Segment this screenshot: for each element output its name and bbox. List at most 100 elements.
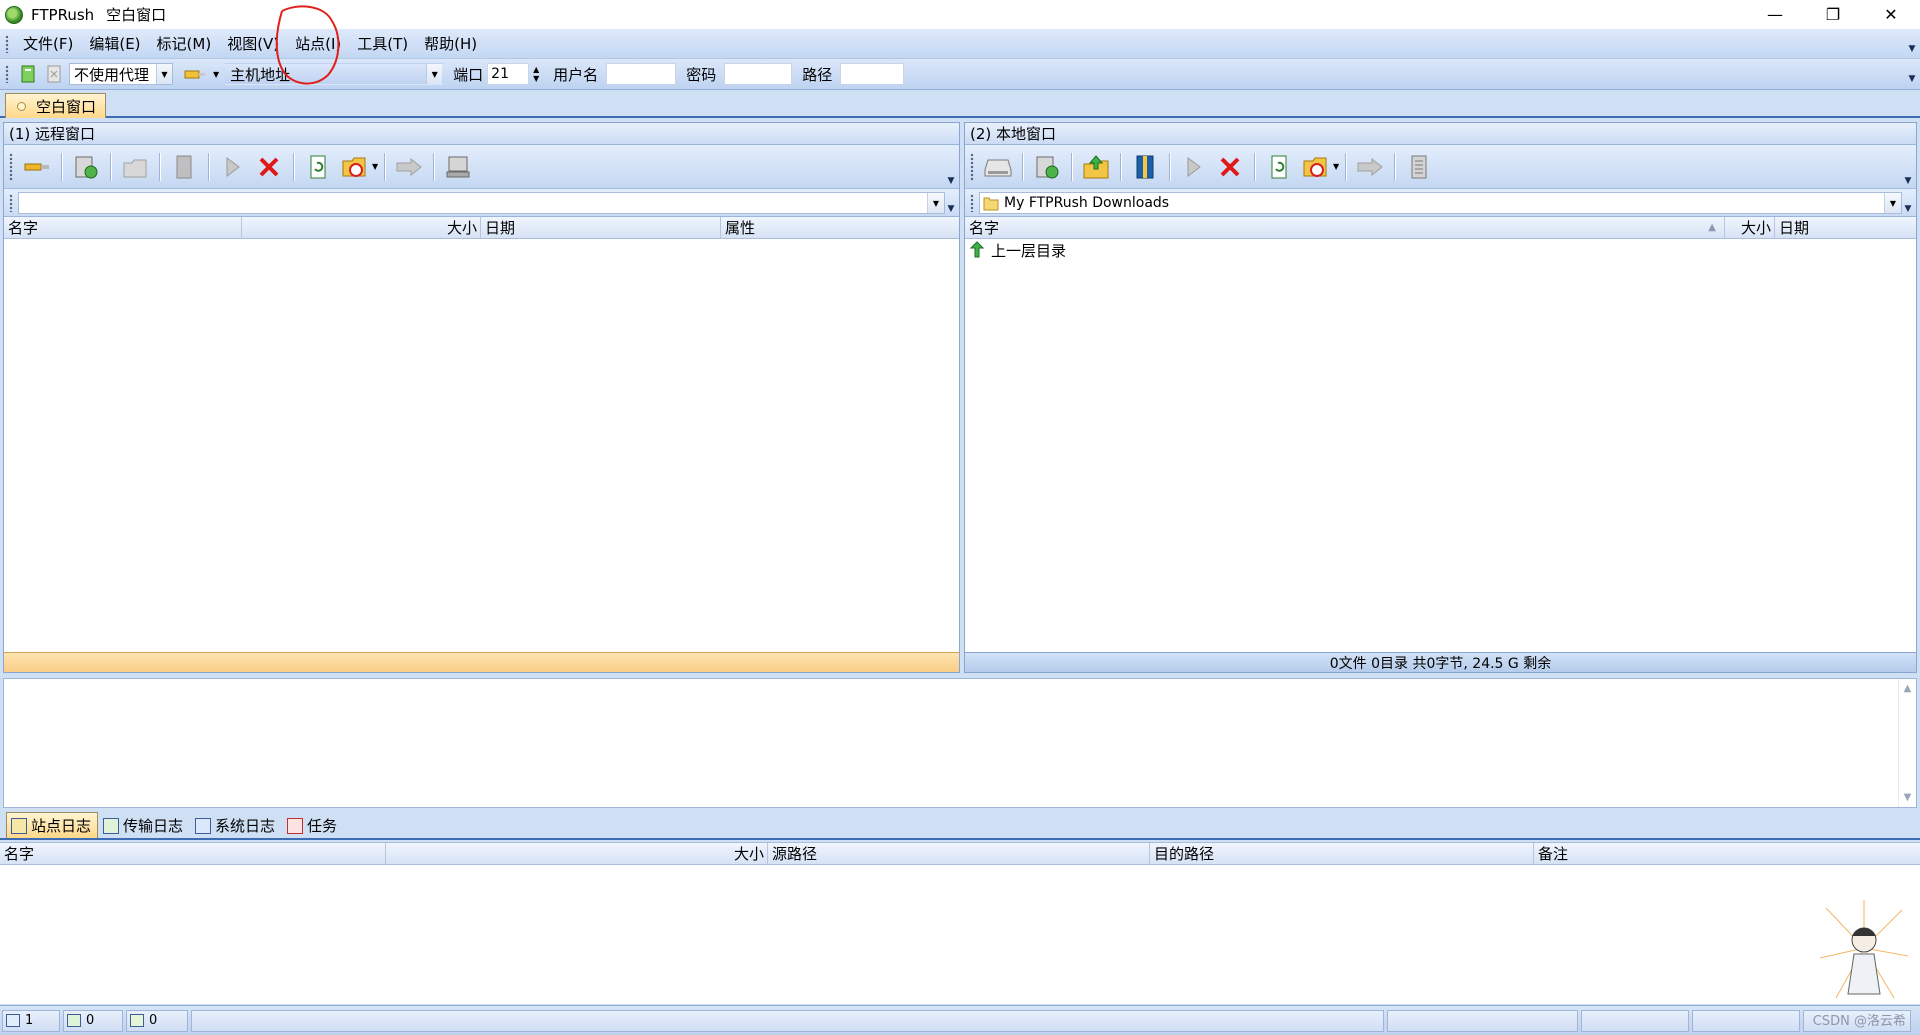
local-file-list[interactable]: 上一层目录 <box>965 239 1916 651</box>
column-header-size[interactable]: 大小 <box>242 217 481 238</box>
toolbar-grip[interactable] <box>970 152 974 181</box>
password-label: 密码 <box>686 65 717 84</box>
column-header-size[interactable]: 大小 <box>386 843 768 864</box>
transfer-icon[interactable] <box>391 149 427 185</box>
app-name: FTPRush <box>31 5 95 24</box>
column-header-source-path[interactable]: 源路径 <box>768 843 1150 864</box>
filter-icon[interactable] <box>336 149 372 185</box>
list-item-label: 上一层目录 <box>991 241 1067 260</box>
new-connection-icon[interactable] <box>19 64 37 84</box>
chevron-down-icon[interactable]: ▼ <box>1884 193 1901 213</box>
list-item[interactable]: 上一层目录 <box>965 239 1916 261</box>
column-header-notes[interactable]: 备注 <box>1534 843 1920 864</box>
separator <box>1345 152 1347 181</box>
separator <box>1120 152 1121 181</box>
menu-help[interactable]: 帮助(H) <box>416 33 485 54</box>
stop-icon[interactable] <box>1212 149 1248 185</box>
play-icon[interactable] <box>1176 149 1212 185</box>
tab-blank-window[interactable]: 空白窗口 <box>5 93 106 118</box>
toolbar-overflow-icon[interactable]: ▼ <box>1902 194 1914 214</box>
column-header-name[interactable]: 名字 <box>4 217 242 238</box>
column-header-name[interactable]: 名字 <box>0 843 386 864</box>
transfer-icon[interactable] <box>1352 149 1388 185</box>
stop-icon[interactable] <box>251 149 287 185</box>
separator <box>433 152 435 181</box>
filter-icon[interactable] <box>1297 149 1333 185</box>
connect-icon[interactable] <box>19 149 55 185</box>
toolbar-grip[interactable] <box>5 65 9 83</box>
toolbar-overflow-icon[interactable]: ▼ <box>945 166 957 186</box>
local-path-combo[interactable]: My FTPRush Downloads ▼ <box>979 192 1902 214</box>
transfer-queue[interactable]: 名字 大小 源路径 目的路径 备注 <box>0 842 1920 1004</box>
port-value: 21 <box>491 66 509 82</box>
close-button[interactable]: ✕ <box>1862 0 1920 29</box>
tab-system-log[interactable]: 系统日志 <box>190 812 282 838</box>
path-input[interactable] <box>840 63 905 85</box>
window-title: 空白窗口 <box>106 6 167 24</box>
menu-edit[interactable]: 编辑(E) <box>81 33 148 54</box>
toolbar-overflow-icon[interactable]: ▼ <box>1902 166 1914 186</box>
toolbar-grip[interactable] <box>9 152 13 181</box>
toolbar-grip[interactable] <box>9 193 13 212</box>
username-input[interactable] <box>606 63 677 85</box>
local-status: 0文件 0目录 共0字节, 24.5 G 剩余 <box>965 652 1916 672</box>
port-input[interactable]: 21 <box>487 63 530 85</box>
remote-toolbar: ▼ ▼ <box>4 145 959 189</box>
tab-tasks[interactable]: 任务 <box>282 812 344 838</box>
column-header-name-label: 名字 <box>969 219 1000 237</box>
column-header-date[interactable]: 日期 <box>481 217 721 238</box>
toolbar-grip[interactable] <box>970 193 974 212</box>
status-message <box>191 1009 1384 1032</box>
restore-button[interactable]: ❐ <box>1804 0 1862 29</box>
terminal-icon[interactable] <box>440 149 476 185</box>
status-queue-count: 0 <box>86 1013 95 1028</box>
anime-sticker-image <box>1819 900 1909 999</box>
column-header-date[interactable]: 日期 <box>1775 217 1916 238</box>
file-list-icon[interactable] <box>1401 149 1437 185</box>
menu-mark[interactable]: 标记(M) <box>149 33 220 54</box>
toolbar-overflow-icon[interactable]: ▼ <box>1906 34 1918 54</box>
site-manager-icon[interactable] <box>1029 149 1065 185</box>
chevron-down-icon[interactable]: ▼ <box>927 193 944 213</box>
chevron-down-icon[interactable]: ▼ <box>213 70 219 79</box>
toolbar-grip[interactable] <box>5 34 9 53</box>
chevron-down-icon[interactable]: ▼ <box>1333 162 1339 171</box>
bookmark-icon[interactable] <box>166 149 202 185</box>
proxy-select[interactable]: 不使用代理 ▼ <box>69 63 173 85</box>
password-input[interactable] <box>724 63 793 85</box>
tab-site-log[interactable]: 站点日志 <box>6 812 99 838</box>
refresh-icon[interactable] <box>300 149 336 185</box>
chevron-down-icon[interactable]: ▼ <box>372 162 378 171</box>
column-header-attributes[interactable]: 属性 <box>721 217 959 238</box>
scroll-up-icon[interactable]: ▲ <box>1904 683 1912 694</box>
disconnect-icon[interactable] <box>45 64 63 84</box>
port-stepper[interactable]: ▲ ▼ <box>529 63 543 85</box>
tab-transfer-log[interactable]: 传输日志 <box>98 812 190 838</box>
remote-path-combo[interactable]: ▼ <box>18 192 945 214</box>
site-manager-icon[interactable] <box>68 149 104 185</box>
play-icon[interactable] <box>215 149 251 185</box>
log-output[interactable]: ▲ ▼ <box>3 678 1917 808</box>
queue-list-header: 名字 大小 源路径 目的路径 备注 <box>0 843 1920 865</box>
minimize-button[interactable]: — <box>1746 0 1804 29</box>
bookmark-icon[interactable] <box>1127 149 1163 185</box>
connect-plug-icon[interactable] <box>183 64 209 84</box>
toolbar-overflow-icon[interactable]: ▼ <box>945 194 957 214</box>
scroll-down-icon[interactable]: ▼ <box>1904 792 1912 803</box>
column-header-name[interactable]: 名字 ▲ <box>965 217 1725 238</box>
chevron-down-icon[interactable]: ▼ <box>426 64 443 84</box>
remote-file-list[interactable] <box>4 239 959 651</box>
separator <box>61 152 62 181</box>
menu-file[interactable]: 文件(F) <box>15 33 81 54</box>
column-header-size[interactable]: 大小 <box>1725 217 1775 238</box>
chevron-down-icon[interactable]: ▼ <box>156 64 172 84</box>
parent-folder-icon[interactable] <box>1078 149 1114 185</box>
drive-icon[interactable] <box>980 149 1016 185</box>
parent-folder-icon[interactable] <box>117 149 153 185</box>
toolbar-overflow-icon[interactable]: ▼ <box>1906 64 1918 84</box>
menu-tools[interactable]: 工具(T) <box>349 33 416 54</box>
log-scrollbar[interactable]: ▲ ▼ <box>1898 679 1916 807</box>
refresh-icon[interactable] <box>1261 149 1297 185</box>
column-header-target-path[interactable]: 目的路径 <box>1150 843 1534 864</box>
separator <box>208 152 209 181</box>
